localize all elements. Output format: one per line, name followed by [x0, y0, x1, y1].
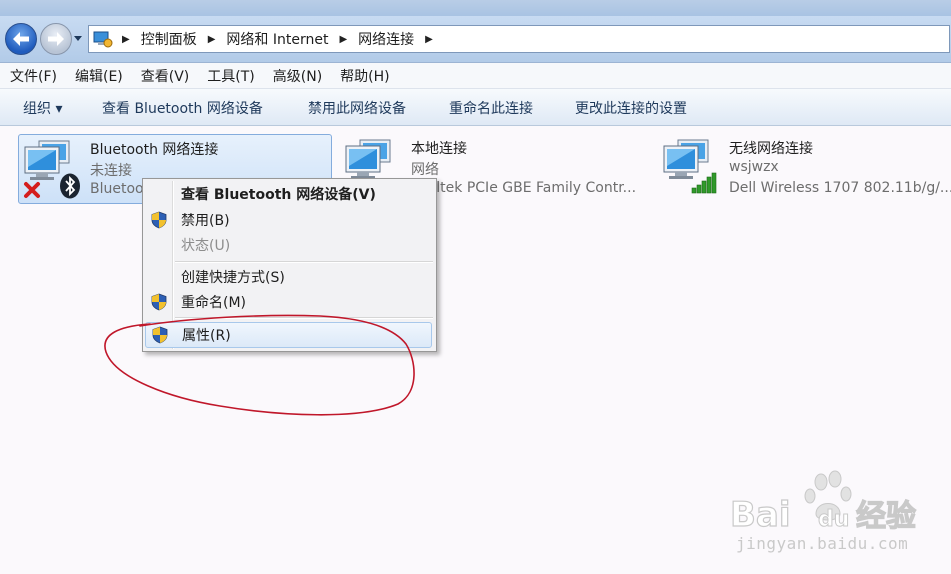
context-item-label: 创建快捷方式(S): [181, 270, 285, 286]
context-item-label: 属性(R): [182, 328, 231, 344]
context-item-label: 查看 Bluetooth 网络设备(V): [181, 187, 376, 203]
view-bluetooth-devices-button[interactable]: 查看 Bluetooth 网络设备: [102, 98, 263, 118]
breadcrumb-network-connections[interactable]: 网络连接: [355, 29, 417, 49]
svg-text:经验: 经验: [856, 499, 916, 534]
connection-name: 本地连接: [411, 141, 467, 157]
disconnected-x-icon: [24, 182, 40, 198]
breadcrumb-separator[interactable]: ▶: [331, 34, 355, 45]
rename-connection-button[interactable]: 重命名此连接: [449, 98, 533, 118]
arrow-left-icon: [13, 32, 29, 46]
svg-text:Bai: Bai: [730, 495, 791, 535]
signal-strength-icon: [691, 172, 717, 194]
menu-view[interactable]: 查看(V): [131, 66, 198, 86]
change-settings-button[interactable]: 更改此连接的设置: [575, 98, 687, 118]
command-bar: 组织 ▾ 查看 Bluetooth 网络设备 禁用此网络设备 重命名此连接 更改…: [0, 89, 951, 126]
context-item-status[interactable]: 状态(U): [145, 233, 432, 257]
context-menu: 查看 Bluetooth 网络设备(V) 禁用(B) 状态(U) 创建快捷方式(…: [142, 178, 437, 352]
context-item-view-bluetooth-devices[interactable]: 查看 Bluetooth 网络设备(V): [145, 182, 432, 206]
breadcrumb-control-panel[interactable]: 控制面板: [138, 29, 200, 49]
context-item-create-shortcut[interactable]: 创建快捷方式(S): [145, 265, 432, 289]
context-item-rename[interactable]: 重命名(M): [145, 290, 432, 314]
connection-status: 网络: [411, 162, 439, 178]
address-box[interactable]: ▶ 控制面板 ▶ 网络和 Internet ▶ 网络连接 ▶: [88, 25, 950, 53]
forward-button[interactable]: [40, 23, 72, 55]
organize-button[interactable]: 组织 ▾: [23, 98, 62, 118]
connection-status: 未连接: [90, 163, 132, 179]
menu-help[interactable]: 帮助(H): [330, 66, 397, 86]
connection-device: Dell Wireless 1707 802.11b/g/...: [729, 180, 951, 196]
uac-shield-icon: [151, 211, 167, 229]
network-computer-icon: [660, 136, 718, 198]
back-button[interactable]: [5, 23, 37, 55]
breadcrumb-network-internet[interactable]: 网络和 Internet: [223, 29, 331, 49]
disable-device-button[interactable]: 禁用此网络设备: [308, 98, 406, 118]
connection-device: Realtek PCIe GBE Family Contr...: [410, 180, 637, 196]
context-item-properties[interactable]: 属性(R): [145, 322, 432, 348]
breadcrumb-separator[interactable]: ▶: [200, 34, 224, 45]
connection-tile-wireless[interactable]: 无线网络连接 wsjwzx Dell Wireless 1707 802.11b…: [658, 134, 951, 202]
breadcrumb-separator[interactable]: ▶: [114, 34, 138, 45]
connection-status: wsjwzx: [729, 159, 779, 175]
menu-tools[interactable]: 工具(T): [197, 66, 262, 86]
watermark-domain: jingyan.baidu.com: [736, 534, 909, 553]
menu-advanced[interactable]: 高级(N): [263, 66, 330, 86]
context-item-disable[interactable]: 禁用(B): [145, 208, 432, 232]
context-item-label: 状态(U): [181, 238, 231, 254]
uac-shield-icon: [151, 293, 167, 311]
menu-edit[interactable]: 编辑(E): [65, 66, 131, 86]
menu-file[interactable]: 文件(F): [0, 66, 65, 86]
network-computer-icon: [21, 137, 80, 199]
uac-shield-icon: [152, 326, 168, 344]
window-title-strip: [0, 0, 951, 16]
context-item-label: 禁用(B): [181, 213, 230, 229]
address-area: ▶ 控制面板 ▶ 网络和 Internet ▶ 网络连接 ▶: [0, 16, 951, 63]
connection-name: Bluetooth 网络连接: [90, 142, 219, 158]
menu-separator: [175, 261, 433, 263]
context-item-label: 重命名(M): [181, 295, 247, 311]
menu-separator: [175, 317, 433, 319]
control-panel-icon: [93, 31, 113, 48]
menu-bar: 文件(F) 编辑(E) 查看(V) 工具(T) 高级(N) 帮助(H): [0, 63, 951, 89]
svg-text:du: du: [818, 507, 849, 532]
connection-name: 无线网络连接: [729, 141, 813, 157]
history-dropdown-icon[interactable]: [73, 35, 83, 43]
breadcrumb-separator[interactable]: ▶: [417, 34, 441, 45]
arrow-right-icon: [48, 32, 64, 46]
bluetooth-icon: [60, 173, 80, 199]
